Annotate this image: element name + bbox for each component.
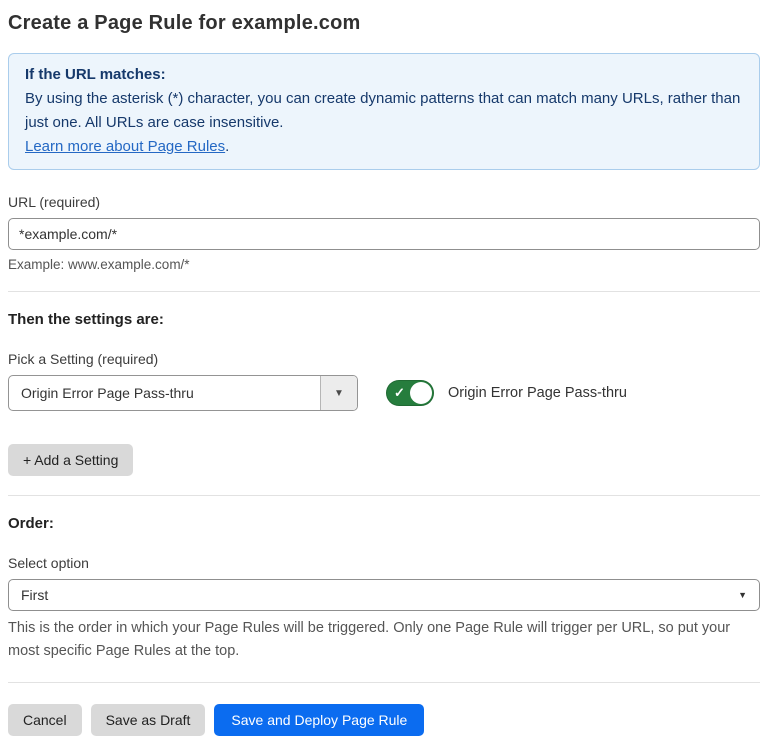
pick-setting-label: Pick a Setting (required) — [8, 351, 159, 367]
footer-buttons: Cancel Save as Draft Save and Deploy Pag… — [8, 704, 760, 736]
save-draft-button[interactable]: Save as Draft — [90, 704, 206, 736]
settings-section-heading: Then the settings are: — [8, 311, 164, 328]
url-input[interactable] — [8, 218, 760, 250]
order-helper-text: This is the order in which your Page Rul… — [8, 620, 731, 659]
url-example-helper: Example: www.example.com/* — [8, 257, 190, 272]
url-field-label: URL (required) — [8, 194, 101, 210]
toggle-knob — [410, 382, 432, 404]
add-setting-button[interactable]: + Add a Setting — [8, 444, 134, 476]
setting-toggle-wrap: ✓ Origin Error Page Pass-thru — [386, 380, 627, 406]
order-select-label: Select option — [8, 555, 89, 571]
setting-select-value: Origin Error Page Pass-thru — [21, 385, 194, 401]
url-match-info-box: If the URL matches: By using the asteris… — [8, 53, 760, 170]
setting-select[interactable]: Origin Error Page Pass-thru ▼ — [8, 375, 358, 411]
cancel-button[interactable]: Cancel — [8, 704, 82, 736]
setting-toggle[interactable]: ✓ — [386, 380, 434, 406]
divider — [8, 291, 760, 292]
info-box-body: By using the asterisk (*) character, you… — [25, 90, 741, 131]
link-suffix: . — [225, 138, 230, 155]
info-box-link-line: Learn more about Page Rules. — [25, 135, 743, 159]
order-select-value: First — [21, 587, 49, 603]
chevron-down-icon: ▼ — [738, 590, 747, 600]
page-title: Create a Page Rule for example.com — [8, 12, 361, 34]
save-deploy-button[interactable]: Save and Deploy Page Rule — [214, 704, 425, 736]
divider — [8, 682, 760, 683]
checkmark-icon: ✓ — [394, 385, 405, 401]
order-select[interactable]: First ▼ — [8, 579, 760, 611]
order-section-heading: Order: — [8, 515, 54, 532]
setting-toggle-label: Origin Error Page Pass-thru — [448, 385, 627, 401]
divider — [8, 495, 760, 496]
info-box-heading: If the URL matches: — [25, 66, 166, 83]
chevron-down-icon[interactable]: ▼ — [320, 376, 357, 410]
learn-more-link[interactable]: Learn more about Page Rules — [25, 138, 225, 155]
setting-row: Origin Error Page Pass-thru ▼ ✓ Origin E… — [8, 375, 760, 411]
